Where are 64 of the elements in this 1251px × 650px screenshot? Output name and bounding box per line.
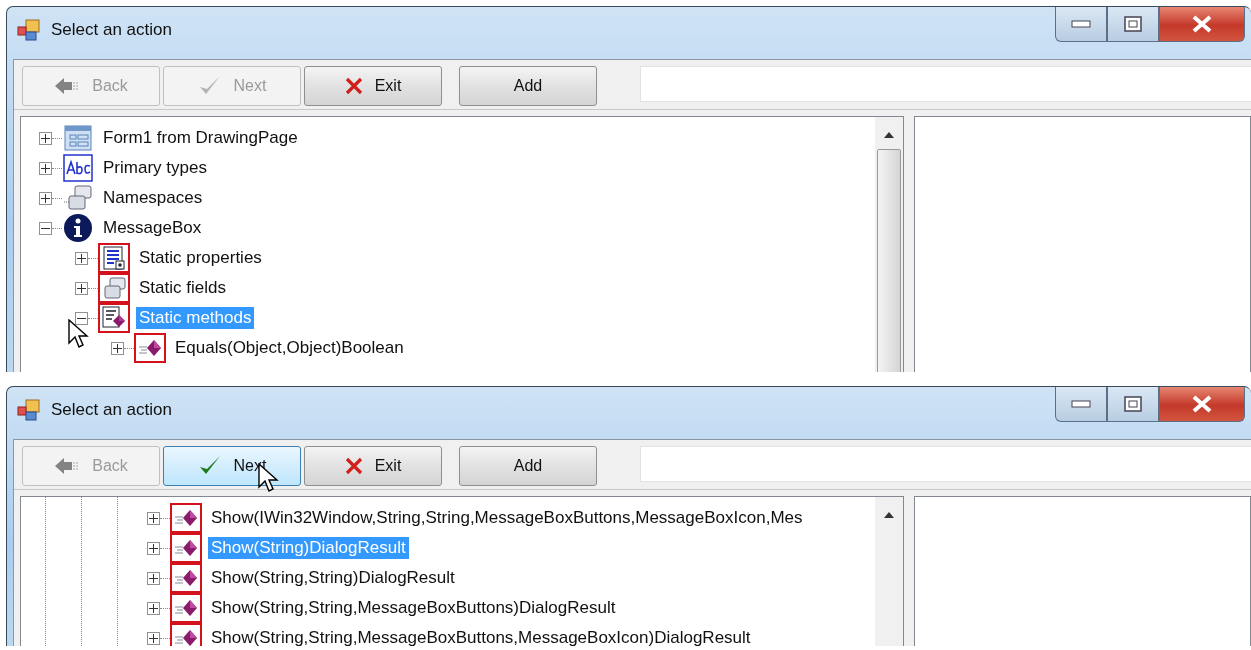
arrow-left-icon — [54, 456, 81, 476]
scrollbar[interactable] — [875, 117, 903, 372]
expander-icon[interactable] — [147, 541, 160, 555]
maximize-button[interactable] — [1107, 387, 1159, 422]
add-button[interactable]: Add — [459, 66, 597, 106]
maximize-button[interactable] — [1107, 7, 1159, 42]
method-icon — [175, 510, 197, 526]
app-icon — [17, 18, 41, 42]
add-button[interactable]: Add — [459, 446, 597, 486]
tree-item[interactable]: Form1 from DrawingPage — [100, 127, 301, 149]
expander-icon[interactable] — [75, 281, 88, 295]
tree-item[interactable]: MessageBox — [100, 217, 205, 239]
maximize-icon — [1124, 395, 1142, 412]
minimize-button[interactable] — [1055, 387, 1107, 422]
maximize-icon — [1124, 15, 1142, 32]
close-button[interactable] — [1159, 7, 1245, 42]
expander-icon[interactable] — [39, 191, 52, 205]
tree-view[interactable]: Form1 from DrawingPage Primary types Namespaces MessageBox Static properties Static fields Static methods Equals(Object,Object)Boolean — [20, 116, 904, 372]
close-button[interactable] — [1159, 387, 1245, 422]
tree-item[interactable]: Show(String,String)DialogResult — [208, 567, 458, 589]
text-field[interactable] — [640, 446, 1251, 482]
tree-item[interactable]: Static fields — [136, 277, 229, 299]
scroll-up-icon — [883, 131, 895, 139]
arrow-left-icon — [54, 76, 81, 96]
tree-item[interactable]: Primary types — [100, 157, 210, 179]
tree-item[interactable]: Static properties — [136, 247, 265, 269]
tree-item[interactable]: Show(String,String,MessageBoxButtons,MessageBoxIcon)DialogResult — [208, 627, 754, 646]
expander-icon[interactable] — [147, 631, 160, 645]
expander-icon[interactable] — [39, 161, 52, 175]
expander-icon[interactable] — [39, 221, 52, 235]
minimize-icon — [1071, 19, 1091, 28]
window-title: Select an action — [51, 400, 172, 420]
tree-item[interactable]: Show(IWin32Window,String,String,MessageBoxButtons,MessageBoxIcon,Mes — [208, 507, 806, 529]
scroll-up-icon — [883, 511, 895, 519]
expander-icon[interactable] — [39, 131, 52, 145]
expander-icon[interactable] — [147, 511, 160, 525]
exit-button[interactable]: Exit — [304, 66, 442, 106]
method-icon — [175, 570, 197, 586]
blocks-icon — [63, 184, 93, 212]
minimize-button[interactable] — [1055, 7, 1107, 42]
tree-item[interactable]: Show(String,String,MessageBoxButtons)DialogResult — [208, 597, 619, 619]
form-icon — [63, 124, 93, 152]
window-title: Select an action — [51, 20, 172, 40]
close-icon — [344, 77, 363, 95]
close-icon — [1191, 14, 1213, 33]
expander-icon[interactable] — [111, 341, 124, 355]
exit-button[interactable]: Exit — [304, 446, 442, 486]
expander-icon[interactable] — [147, 571, 160, 585]
tree-item[interactable]: Equals(Object,Object)Boolean — [172, 337, 407, 359]
close-icon — [1191, 394, 1213, 413]
close-icon — [344, 457, 363, 475]
method-icon — [175, 540, 197, 556]
expander-icon[interactable] — [147, 601, 160, 615]
mouse-pointer-icon — [68, 318, 90, 349]
app-icon — [17, 398, 41, 422]
method-icon — [175, 600, 197, 616]
method-icon — [139, 340, 161, 356]
text-field[interactable] — [640, 66, 1251, 102]
info-icon — [63, 213, 93, 243]
expander-icon[interactable] — [75, 251, 88, 265]
tree-item[interactable]: Namespaces — [100, 187, 206, 209]
minimize-icon — [1071, 399, 1091, 408]
abc-icon — [63, 154, 93, 182]
method-icon — [175, 630, 197, 646]
